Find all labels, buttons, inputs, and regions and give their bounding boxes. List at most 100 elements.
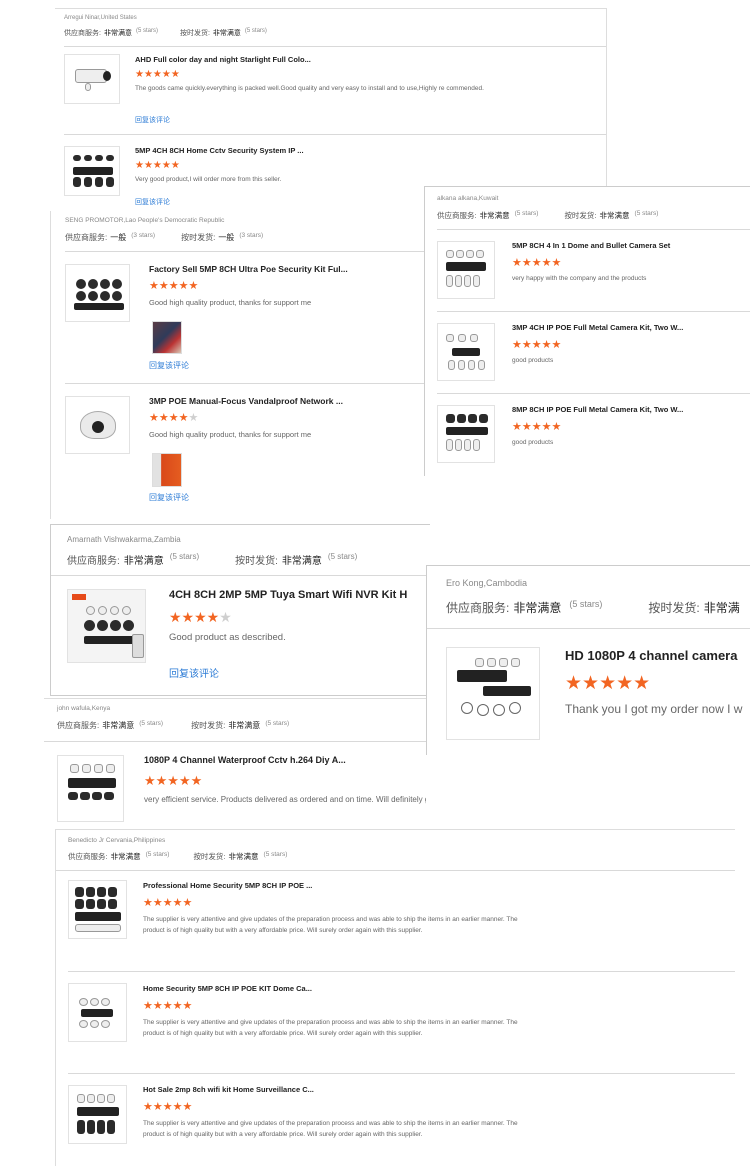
star-rating: ★★★★★ bbox=[169, 609, 232, 625]
product-thumbnail[interactable] bbox=[437, 405, 495, 463]
product-title[interactable]: AHD Full color day and night Starlight F… bbox=[135, 55, 415, 64]
star-rating: ★★★★★ bbox=[512, 339, 562, 351]
product-title[interactable]: Hot Sale 2mp 8ch wifi kit Home Surveilla… bbox=[143, 1085, 443, 1094]
review-comment: Good product as described. bbox=[169, 632, 286, 643]
star-rating: ★★★★★ bbox=[565, 673, 651, 694]
product-thumbnail[interactable] bbox=[67, 589, 146, 663]
shipping-value: 非常满意 bbox=[281, 556, 322, 567]
star-rating: ★★★★★ bbox=[512, 421, 562, 433]
product-title[interactable]: 5MP 4CH 8CH Home Cctv Security System IP… bbox=[135, 146, 415, 155]
product-title[interactable]: Factory Sell 5MP 8CH Ultra Poe Security … bbox=[149, 264, 389, 274]
product-thumbnail[interactable] bbox=[57, 755, 124, 822]
service-stars: (5 stars) bbox=[514, 210, 539, 217]
service-value: 非常满意 bbox=[479, 211, 510, 220]
product-thumbnail[interactable] bbox=[68, 1085, 127, 1144]
service-value: 非常满意 bbox=[513, 601, 562, 615]
shipping-stars: (5 stars) bbox=[634, 210, 659, 217]
supplier-ratings: 供应商服务: 非常满意 (5 stars) 按时发货: 非常满意 (5 star… bbox=[64, 28, 267, 38]
review-comment: very efficient service. Products deliver… bbox=[144, 795, 426, 804]
reply-link[interactable]: 回复该评论 bbox=[149, 360, 189, 371]
review-card: Ero Kong,Cambodia 供应商服务: 非常满意 (5 stars) … bbox=[426, 565, 750, 755]
service-label: 供应商服务: bbox=[446, 601, 510, 615]
product-thumbnail[interactable] bbox=[437, 323, 495, 381]
review-comment: Good high quality product, thanks for su… bbox=[149, 430, 312, 439]
reply-link[interactable]: 回复该评论 bbox=[149, 492, 189, 503]
star-rating: ★★★★★ bbox=[144, 773, 203, 788]
review-card: alkana alkana,Kuwait 供应商服务: 非常满意 (5 star… bbox=[424, 186, 750, 476]
shipping-stars: (5 stars) bbox=[244, 28, 267, 34]
review-card: Arregui Ninar,United States 供应商服务: 非常满意 … bbox=[55, 8, 607, 213]
reviewer-name: Ero Kong,Cambodia bbox=[446, 578, 528, 588]
review-photo[interactable] bbox=[152, 321, 182, 354]
shipping-value: 非常满意 bbox=[599, 211, 630, 220]
star-rating: ★★★★★ bbox=[149, 412, 199, 424]
service-value: 非常满意 bbox=[103, 30, 132, 37]
review-comment: The supplier is very attentive and give … bbox=[143, 1120, 518, 1138]
shipping-label: 按时发货: bbox=[648, 601, 700, 615]
product-thumbnail[interactable] bbox=[446, 647, 540, 740]
shipping-label: 按时发货: bbox=[235, 556, 278, 567]
reply-link[interactable]: 回复该评论 bbox=[169, 665, 219, 680]
shipping-stars: (5 stars) bbox=[263, 851, 288, 858]
shipping-value: 非常满意 bbox=[228, 852, 259, 861]
shipping-label: 按时发货: bbox=[193, 852, 226, 861]
product-title[interactable]: 4CH 8CH 2MP 5MP Tuya Smart Wifi NVR Kit … bbox=[169, 589, 430, 601]
product-title[interactable]: 3MP POE Manual-Focus Vandalproof Network… bbox=[149, 396, 389, 406]
product-title[interactable]: 8MP 8CH IP POE Full Metal Camera Kit, Tw… bbox=[512, 405, 747, 414]
shipping-stars: (3 stars) bbox=[239, 232, 264, 239]
service-stars: (5 stars) bbox=[145, 851, 170, 858]
service-label: 供应商服务: bbox=[437, 211, 477, 220]
service-label: 供应商服务: bbox=[68, 852, 108, 861]
product-title[interactable]: Professional Home Security 5MP 8CH IP PO… bbox=[143, 881, 443, 890]
service-label: 供应商服务: bbox=[65, 233, 108, 242]
service-label: 供应商服务: bbox=[67, 556, 120, 567]
review-comment: The supplier is very attentive and give … bbox=[143, 916, 518, 934]
supplier-ratings: 供应商服务: 非常满意 (5 stars) 按时发货: 非常满 bbox=[446, 599, 740, 616]
service-stars: (3 stars) bbox=[131, 232, 156, 239]
review-comment: very happy with the company and the prod… bbox=[512, 275, 647, 282]
product-title[interactable]: 3MP 4CH IP POE Full Metal Camera Kit, Tw… bbox=[512, 323, 747, 332]
supplier-ratings: 供应商服务: 非常满意 (5 stars) 按时发货: 非常满意 (5 star… bbox=[67, 552, 357, 567]
product-thumbnail[interactable] bbox=[68, 983, 127, 1042]
star-rating: ★★★★★ bbox=[512, 257, 562, 269]
reviewer-name: Benedicto Jr Cervania,Philippines bbox=[68, 837, 166, 844]
review-photo[interactable] bbox=[152, 453, 182, 487]
star-rating: ★★★★★ bbox=[135, 160, 180, 171]
reply-link[interactable]: 回复该评论 bbox=[135, 115, 170, 125]
product-thumbnail[interactable] bbox=[65, 264, 130, 322]
product-thumbnail[interactable] bbox=[64, 146, 120, 196]
review-comment: Thank you I got my order now I w bbox=[565, 702, 743, 716]
service-stars: (5 stars) bbox=[169, 552, 200, 561]
supplier-ratings: 供应商服务: 非常满意 (5 stars) 按时发货: 非常满意 (5 star… bbox=[57, 720, 289, 731]
product-thumbnail[interactable] bbox=[65, 396, 130, 454]
review-comment: Very good product,I will order more from… bbox=[135, 176, 282, 183]
product-title[interactable]: 1080P 4 Channel Waterproof Cctv h.264 Di… bbox=[144, 755, 424, 765]
product-thumbnail[interactable] bbox=[68, 880, 127, 939]
product-thumbnail[interactable] bbox=[437, 241, 495, 299]
reviewer-name: alkana alkana,Kuwait bbox=[437, 195, 499, 202]
review-comment: good products bbox=[512, 357, 554, 364]
shipping-value: 非常满意 bbox=[228, 721, 261, 730]
supplier-ratings: 供应商服务: 一般 (3 stars) 按时发货: 一般 (3 stars) bbox=[65, 232, 263, 243]
shipping-value: 非常满意 bbox=[212, 30, 241, 37]
shipping-label: 按时发货: bbox=[181, 233, 216, 242]
review-card: Benedicto Jr Cervania,Philippines 供应商服务:… bbox=[55, 829, 735, 1166]
service-stars: (5 stars) bbox=[135, 28, 158, 34]
product-thumbnail[interactable] bbox=[64, 54, 120, 104]
service-stars: (5 stars) bbox=[569, 599, 603, 609]
supplier-ratings: 供应商服务: 非常满意 (5 stars) 按时发货: 非常满意 (5 star… bbox=[68, 851, 287, 862]
review-card: SENG PROMOTOR,Lao People's Democratic Re… bbox=[50, 211, 430, 519]
review-comment: good products bbox=[512, 439, 554, 446]
service-label: 供应商服务: bbox=[64, 30, 101, 37]
product-title[interactable]: Home Security 5MP 8CH IP POE KIT Dome Ca… bbox=[143, 984, 443, 993]
shipping-value: 一般 bbox=[218, 233, 235, 242]
service-value: 非常满意 bbox=[123, 556, 164, 567]
product-title[interactable]: 5MP 8CH 4 In 1 Dome and Bullet Camera Se… bbox=[512, 241, 747, 250]
star-rating: ★★★★★ bbox=[149, 280, 199, 292]
review-comment: The supplier is very attentive and give … bbox=[143, 1019, 518, 1037]
reviewer-name: SENG PROMOTOR,Lao People's Democratic Re… bbox=[65, 217, 225, 224]
service-stars: (5 stars) bbox=[139, 720, 164, 727]
reviewer-name: Amarnath Vishwakarma,Zambia bbox=[67, 535, 181, 544]
reply-link[interactable]: 回复该评论 bbox=[135, 197, 170, 207]
product-title[interactable]: HD 1080P 4 channel camera bbox=[565, 648, 750, 663]
